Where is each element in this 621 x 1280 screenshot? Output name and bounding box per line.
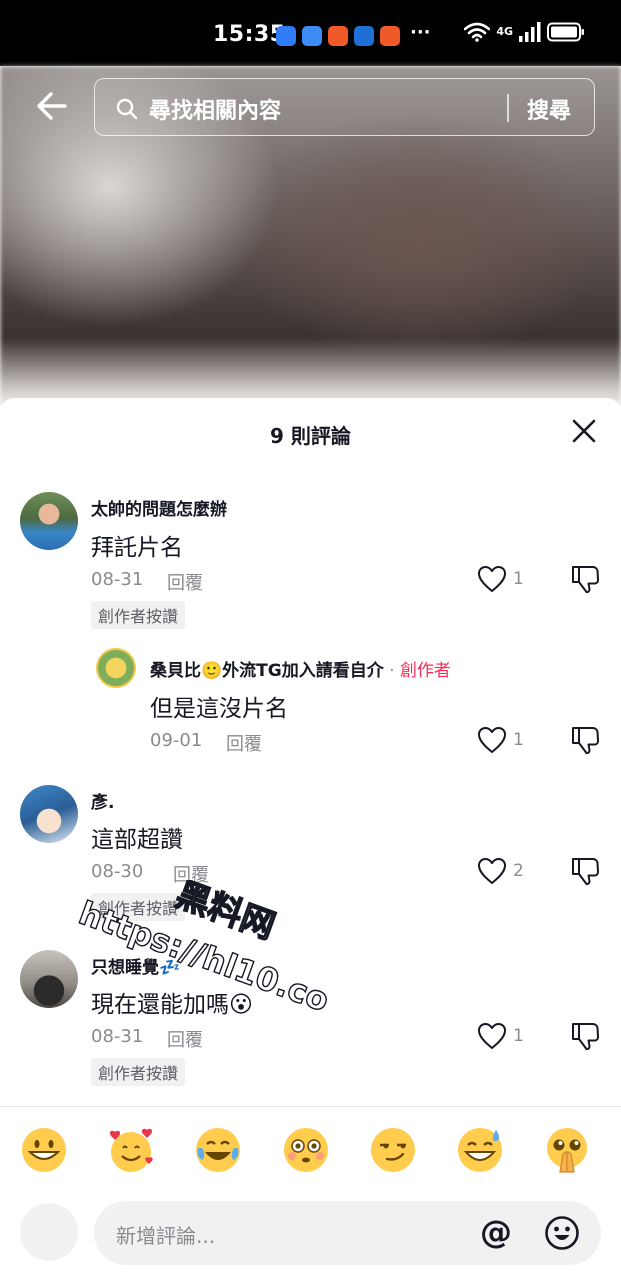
- comment-username[interactable]: 太帥的問題怎麼辦: [91, 495, 227, 520]
- smiling-face-with-hearts-icon[interactable]: [107, 1126, 155, 1174]
- wifi-icon: [464, 22, 491, 42]
- more-notifications-icon: ···: [410, 22, 431, 43]
- creator-liked-badge: 創作者按讚: [91, 601, 186, 629]
- status-bar: 15:35 ··· 4G: [0, 0, 621, 66]
- like-count: 2: [513, 861, 524, 881]
- message-app-icon: [276, 26, 296, 46]
- comment-date: 09-01: [150, 730, 203, 751]
- heart-icon: [478, 566, 506, 592]
- reply-username: 桑貝比🙂外流TG加入請看自介: [150, 661, 384, 681]
- comment-text: 現在還能加嗎😮: [91, 992, 253, 1018]
- system-status: 4G: [464, 22, 585, 42]
- comment-username[interactable]: 桑貝比🙂外流TG加入請看自介 · 創作者: [150, 656, 451, 681]
- reply-button[interactable]: 回覆: [226, 730, 262, 756]
- mention-icon[interactable]: @: [480, 1213, 512, 1251]
- battery-icon: [547, 22, 584, 42]
- search-divider: [507, 94, 509, 122]
- dislike-icon[interactable]: [570, 856, 600, 886]
- creator-liked-badge: 創作者按讚: [91, 1058, 186, 1086]
- dislike-icon[interactable]: [570, 1021, 600, 1051]
- search-icon: [116, 98, 138, 120]
- avatar[interactable]: [20, 492, 78, 550]
- comment-date: 08-30: [91, 861, 144, 882]
- heart-icon: [478, 858, 506, 884]
- notification-icons: [276, 26, 400, 46]
- dislike-icon[interactable]: [570, 564, 600, 594]
- current-user-avatar[interactable]: [20, 1203, 78, 1261]
- back-arrow-icon: [37, 92, 67, 120]
- comment-username[interactable]: 彥.: [91, 788, 114, 813]
- like-button[interactable]: 1: [477, 565, 524, 593]
- pleading-face-with-hands-icon[interactable]: [543, 1126, 591, 1174]
- comment-date: 08-31: [91, 569, 144, 590]
- separator-dot: ·: [383, 661, 400, 681]
- globe-app-icon: [354, 26, 374, 46]
- reply-button[interactable]: 回覆: [167, 1026, 203, 1052]
- like-count: 1: [513, 1026, 524, 1046]
- shopping-app-icon-2: [380, 26, 400, 46]
- dislike-icon[interactable]: [570, 725, 600, 755]
- grinning-face-with-sweat-icon[interactable]: [456, 1126, 504, 1174]
- comment-text: 這部超讚: [91, 827, 183, 853]
- like-count: 1: [513, 569, 524, 589]
- search-bar[interactable]: 尋找相關內容 搜尋: [94, 78, 595, 136]
- heart-icon: [478, 727, 506, 753]
- comment-input[interactable]: 新增評論... @: [94, 1201, 601, 1265]
- avatar[interactable]: [96, 648, 136, 688]
- network-type: 4G: [496, 25, 513, 38]
- like-button[interactable]: 1: [477, 726, 524, 754]
- face-with-tears-of-joy-icon[interactable]: [194, 1126, 242, 1174]
- smirking-face-icon[interactable]: [369, 1126, 417, 1174]
- shopping-app-icon: [328, 26, 348, 46]
- reply-button[interactable]: 回覆: [167, 569, 203, 595]
- signal-app-icon: [302, 26, 322, 46]
- creator-liked-badge: 創作者按讚: [91, 893, 186, 921]
- comment-date: 08-31: [91, 1026, 144, 1047]
- comments-count-title: 9 則評論: [270, 424, 351, 448]
- input-divider: [0, 1106, 621, 1107]
- emoji-bar: [0, 1126, 621, 1182]
- emoji-picker-icon[interactable]: [544, 1215, 580, 1251]
- like-button[interactable]: 1: [477, 1022, 524, 1050]
- avatar[interactable]: [20, 785, 78, 843]
- back-button[interactable]: [32, 86, 72, 126]
- close-icon[interactable]: [571, 418, 597, 444]
- comment-placeholder: 新增評論...: [116, 1224, 216, 1248]
- comment-text: 但是這沒片名: [150, 696, 288, 722]
- reply-button[interactable]: 回覆: [173, 861, 209, 887]
- cellular-signal-icon: [519, 22, 541, 42]
- like-count: 1: [513, 730, 524, 750]
- comment-text: 拜託片名: [91, 535, 183, 561]
- like-button[interactable]: 2: [477, 857, 524, 885]
- flushed-face-icon[interactable]: [282, 1126, 330, 1174]
- status-time: 15:35: [213, 22, 286, 47]
- creator-label: 創作者: [399, 661, 451, 681]
- heart-icon: [478, 1023, 506, 1049]
- grinning-face-icon[interactable]: [20, 1126, 68, 1174]
- avatar[interactable]: [20, 950, 78, 1008]
- search-input[interactable]: 尋找相關內容: [149, 93, 281, 125]
- search-button[interactable]: 搜尋: [527, 93, 571, 125]
- comment-username[interactable]: 只想睡覺💤: [91, 953, 180, 978]
